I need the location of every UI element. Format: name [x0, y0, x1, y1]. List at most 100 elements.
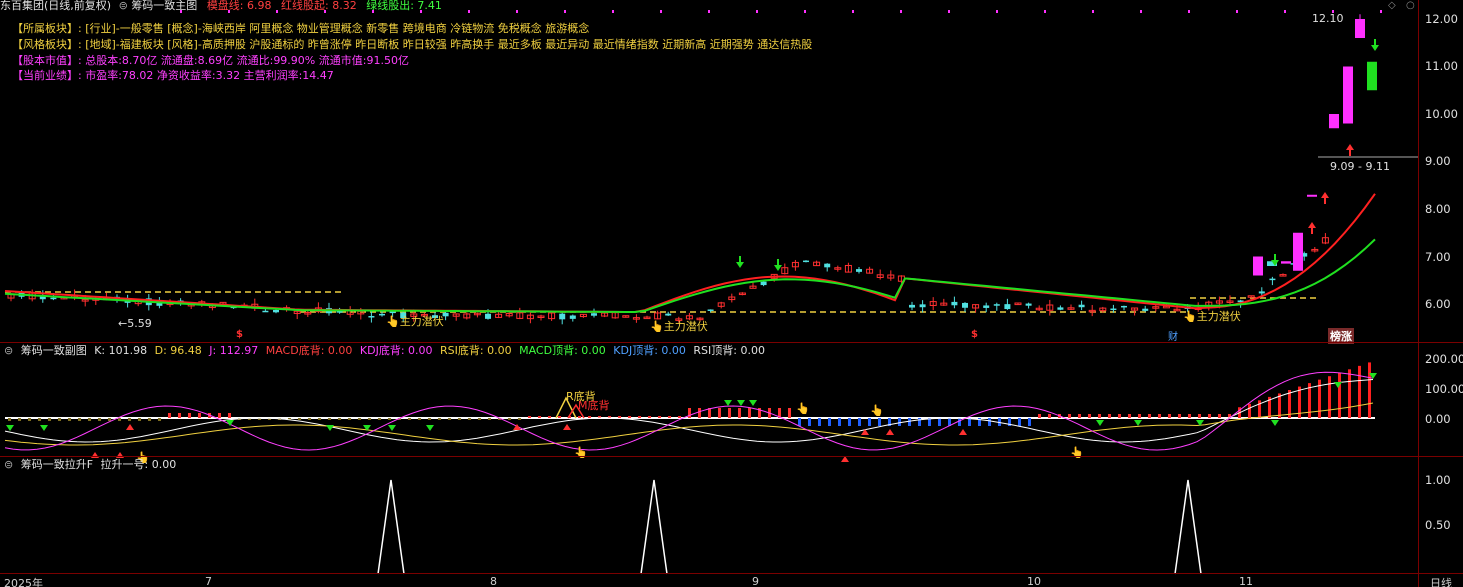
macd-bar [1098, 414, 1101, 418]
macd-bar [478, 418, 481, 420]
macd-bar [8, 418, 11, 421]
top-dot [1284, 10, 1286, 13]
candle-body [1025, 303, 1032, 306]
hand-icon: 👆 [1070, 446, 1084, 459]
rally-candle [1307, 194, 1317, 197]
down-arrow [388, 425, 396, 431]
down-arrow [426, 425, 434, 431]
top-dot [420, 10, 422, 13]
macd-bar [288, 418, 291, 420]
macd-bar [628, 416, 631, 418]
price-tick: 9.00 [1425, 154, 1451, 168]
top-dot [1092, 10, 1094, 13]
sub2-settings-icon[interactable]: ⊜ [4, 458, 13, 471]
rsi-bottom: RSI底背: 0.00 [440, 344, 512, 357]
candle-body [1142, 308, 1149, 311]
candle-body [379, 313, 385, 316]
macd-bar [348, 418, 351, 420]
up-arrow [1346, 144, 1354, 150]
month-label: 10 [1027, 575, 1041, 587]
macd-bar [998, 418, 1001, 426]
up-arrow [959, 429, 967, 435]
candle-body [856, 269, 862, 272]
sub2-name[interactable]: 筹码一致拉升F [21, 458, 93, 471]
macd-bar [878, 418, 881, 426]
down-arrow [736, 262, 744, 268]
finance-marker[interactable]: 财 [1168, 328, 1178, 343]
candle-body [569, 315, 576, 319]
period-button[interactable]: 日线 [1430, 575, 1452, 587]
macd-bar [888, 418, 891, 426]
k-value: K: 101.98 [94, 344, 148, 357]
macd-bar [838, 418, 841, 426]
macd-bar [1138, 414, 1141, 418]
macd-bar [798, 418, 801, 426]
pane-divider [0, 456, 1463, 457]
macd-bar [968, 418, 971, 426]
sub1-tick: 100.00 [1425, 382, 1463, 396]
macd-bar [358, 418, 361, 420]
year-label: 2025年 [4, 577, 43, 587]
candle-body [273, 309, 279, 313]
rally-candle [1343, 66, 1353, 124]
macd-bar [758, 408, 761, 418]
macd-top: MACD顶背: 0.00 [519, 344, 606, 357]
down-arrow [1371, 45, 1379, 51]
macd-bar [148, 418, 151, 421]
top-dot [948, 10, 950, 13]
sub1-settings-icon[interactable]: ⊜ [4, 344, 13, 357]
macd-bar [1238, 407, 1241, 418]
macd-bar [458, 418, 461, 420]
macd-bar [318, 418, 321, 420]
macd-bar [1338, 372, 1341, 418]
pump-spike [1174, 479, 1202, 575]
macd-bar [158, 418, 161, 421]
macd-bar [848, 418, 851, 426]
main-chart[interactable] [0, 0, 1418, 342]
macd-bar [828, 418, 831, 426]
macd-bar [1158, 414, 1161, 418]
macd-bar [918, 418, 921, 426]
signal-label: 👆主力潜伏 [650, 320, 708, 333]
macd-bar [178, 413, 181, 418]
candle-body [1258, 291, 1265, 294]
up-arrow [126, 424, 134, 430]
candle-body [1162, 305, 1170, 309]
macd-bar [1298, 386, 1301, 418]
xaxis-divider [0, 573, 1463, 574]
sub1-name[interactable]: 筹码一致副图 [21, 344, 87, 357]
macd-bar [168, 413, 171, 418]
macd-bar [208, 413, 211, 418]
macd-bar [1148, 414, 1151, 418]
top-dot [180, 10, 182, 13]
price-tick: 10.00 [1425, 107, 1458, 121]
top-dot [564, 10, 566, 13]
rally-candle [1293, 232, 1303, 271]
up-arrow [861, 429, 869, 435]
top-dot [756, 10, 758, 13]
top-dot [996, 10, 998, 13]
rally-candle [1367, 61, 1377, 91]
macd-bar [738, 408, 741, 418]
rsi-top: RSI顶背: 0.00 [693, 344, 765, 357]
macd-bar [1118, 414, 1121, 418]
macd-bar [978, 418, 981, 426]
month-label: 7 [205, 575, 212, 587]
signal-label: 👆主力潜伏 [386, 315, 444, 328]
macd-bar [858, 418, 861, 426]
down-arrow [749, 400, 757, 406]
macd-bar [68, 418, 71, 421]
macd-bar [908, 418, 911, 426]
macd-bar [728, 408, 731, 418]
pump-value: 拉升一号: 0.00 [100, 458, 177, 471]
candle-body [909, 304, 915, 308]
dollar-marker: $ [236, 329, 243, 340]
macd-bar [78, 418, 81, 421]
macd-bar [788, 408, 791, 418]
macd-bar [448, 418, 451, 420]
hand-icon: 👆 [796, 402, 810, 415]
macd-bar [658, 416, 661, 418]
macd-bar [1128, 414, 1131, 418]
macd-bar [938, 418, 941, 426]
down-arrow [6, 425, 14, 431]
